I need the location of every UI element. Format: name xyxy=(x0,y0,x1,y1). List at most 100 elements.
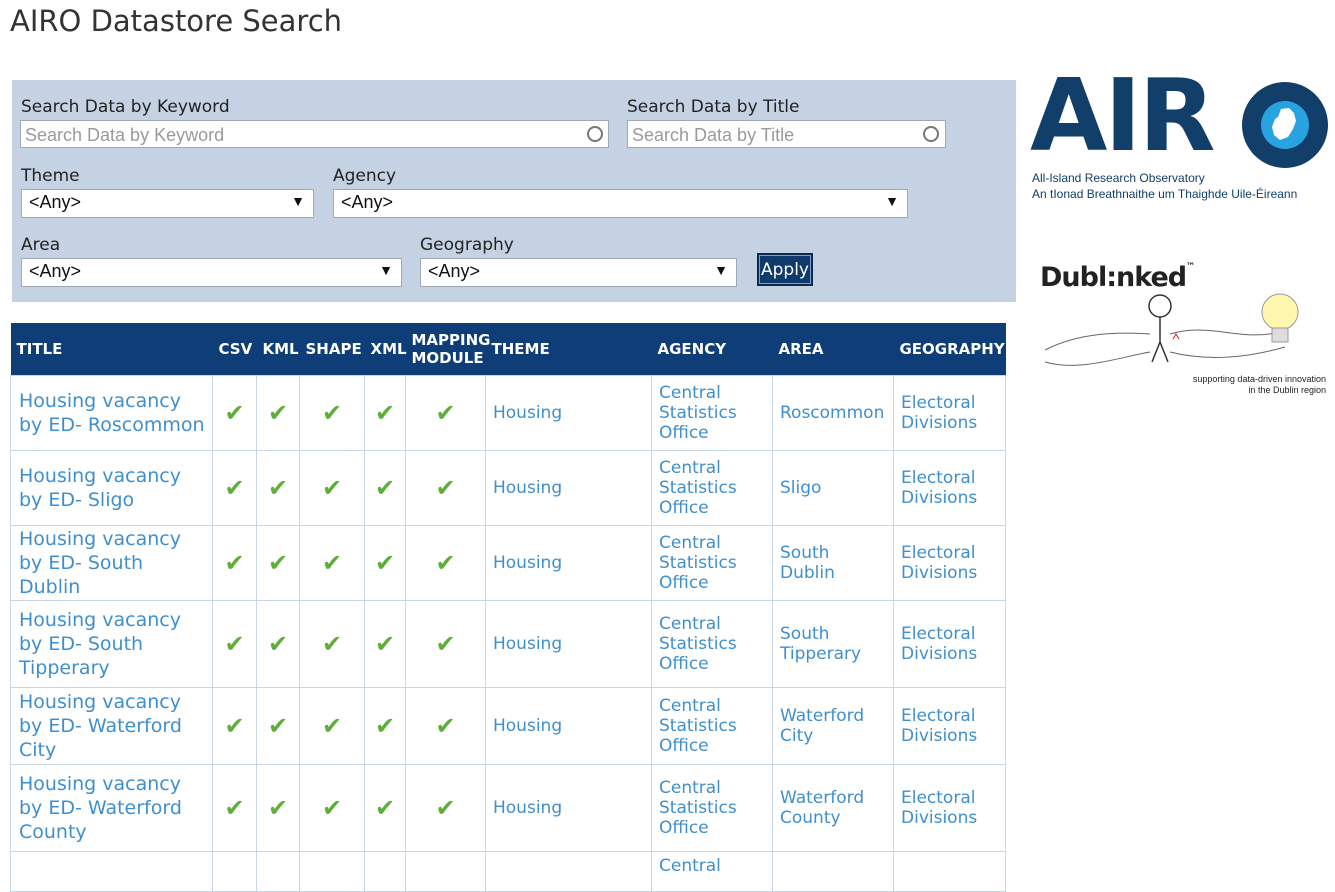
dublinked-logo[interactable]: Dubl:nked™ supporting data-driven innova… xyxy=(1040,262,1330,402)
title-search-icon[interactable] xyxy=(923,126,939,142)
csv-check-icon[interactable]: ✔ xyxy=(212,600,257,688)
row-title-link[interactable]: Housing vacancy by ED- Roscommon xyxy=(10,375,213,451)
row-theme-link[interactable]: Housing xyxy=(485,450,652,526)
kml-check-icon[interactable]: ✔ xyxy=(256,375,300,451)
col-header-area[interactable]: AREA xyxy=(772,323,894,376)
table-row: Housing vacancy by ED- Waterford County … xyxy=(10,764,1006,852)
geography-select[interactable]: <Any> ▼ xyxy=(420,258,737,287)
xml-check-icon[interactable]: ✔ xyxy=(364,687,406,765)
chevron-down-icon: ▼ xyxy=(885,193,899,209)
mapping-check-icon[interactable]: ✔ xyxy=(405,687,486,765)
row-theme-link[interactable]: Housing xyxy=(485,525,652,601)
row-geography-link[interactable]: Electoral Divisions xyxy=(893,450,1006,526)
row-agency-link[interactable]: Central Statistics Office xyxy=(651,375,773,451)
table-row: Housing vacancy by ED- Sligo ✔ ✔ ✔ ✔ ✔ H… xyxy=(10,450,1006,526)
xml-check-icon[interactable]: ✔ xyxy=(364,525,406,601)
kml-check-icon[interactable]: ✔ xyxy=(256,450,300,526)
agency-label: Agency xyxy=(333,166,397,186)
xml-check-icon[interactable]: ✔ xyxy=(364,450,406,526)
csv-check-icon[interactable]: ✔ xyxy=(212,525,257,601)
row-geography-link[interactable]: Electoral Divisions xyxy=(893,764,1006,852)
agency-select[interactable]: <Any> ▼ xyxy=(333,189,908,218)
row-agency-link[interactable]: Central Statistics Office xyxy=(651,450,773,526)
mapping-check-icon[interactable]: ✔ xyxy=(405,375,486,451)
mapping-check-icon[interactable]: ✔ xyxy=(405,764,486,852)
chevron-down-icon: ▼ xyxy=(291,193,305,209)
col-header-agency[interactable]: AGENCY xyxy=(651,323,773,376)
mapping-check-icon[interactable]: ✔ xyxy=(405,525,486,601)
row-area-link[interactable]: Waterford City xyxy=(772,687,894,765)
kml-check-icon[interactable] xyxy=(256,851,300,892)
row-area-link[interactable]: South Dublin xyxy=(772,525,894,601)
geography-select-value: <Any> xyxy=(428,261,481,281)
row-agency-link[interactable]: Central Statistics Office xyxy=(651,764,773,852)
row-area-link[interactable]: Sligo xyxy=(772,450,894,526)
row-theme-link[interactable]: Housing xyxy=(485,764,652,852)
row-area-link[interactable] xyxy=(772,851,894,892)
row-title-link[interactable]: Housing vacancy by ED- South Dublin xyxy=(10,525,213,601)
row-theme-link[interactable] xyxy=(485,851,652,892)
table-row: Housing vacancy by ED- South Tipperary ✔… xyxy=(10,600,1006,688)
keyword-search-input[interactable] xyxy=(20,120,609,148)
kml-check-icon[interactable]: ✔ xyxy=(256,687,300,765)
row-geography-link[interactable]: Electoral Divisions xyxy=(893,525,1006,601)
col-header-csv: CSV xyxy=(212,323,257,376)
dublinked-illustration-icon xyxy=(1044,293,1299,366)
row-title-link[interactable]: Housing vacancy by ED- Waterford County xyxy=(10,764,213,852)
row-geography-link[interactable]: Electoral Divisions xyxy=(893,687,1006,765)
row-agency-link[interactable]: Central Statistics Office xyxy=(651,687,773,765)
shape-check-icon[interactable] xyxy=(299,851,365,892)
col-header-theme[interactable]: THEME xyxy=(485,323,652,376)
csv-check-icon[interactable]: ✔ xyxy=(212,687,257,765)
ireland-map-icon xyxy=(1272,108,1296,140)
apply-button[interactable]: Apply xyxy=(757,253,813,286)
kml-check-icon[interactable]: ✔ xyxy=(256,764,300,852)
row-area-link[interactable]: Waterford County xyxy=(772,764,894,852)
row-area-link[interactable]: Roscommon xyxy=(772,375,894,451)
col-header-geography[interactable]: GEOGRAPHY xyxy=(893,323,1006,376)
geography-label: Geography xyxy=(420,235,514,255)
shape-check-icon[interactable]: ✔ xyxy=(299,525,365,601)
row-title-link[interactable] xyxy=(10,851,213,892)
kml-check-icon[interactable]: ✔ xyxy=(256,600,300,688)
row-title-link[interactable]: Housing vacancy by ED- South Tipperary xyxy=(10,600,213,688)
mapping-check-icon[interactable]: ✔ xyxy=(405,600,486,688)
row-agency-link[interactable]: Central Statistics Office xyxy=(651,525,773,601)
row-agency-link[interactable]: Central xyxy=(651,851,773,892)
csv-check-icon[interactable]: ✔ xyxy=(212,450,257,526)
mapping-check-icon[interactable] xyxy=(405,851,486,892)
csv-check-icon[interactable]: ✔ xyxy=(212,375,257,451)
shape-check-icon[interactable]: ✔ xyxy=(299,375,365,451)
theme-label: Theme xyxy=(21,166,80,186)
row-geography-link[interactable] xyxy=(893,851,1006,892)
shape-check-icon[interactable]: ✔ xyxy=(299,764,365,852)
col-header-title[interactable]: TITLE xyxy=(10,323,213,376)
airo-logo[interactable]: AIR All-Island Research Observatory An t… xyxy=(1030,66,1330,205)
kml-check-icon[interactable]: ✔ xyxy=(256,525,300,601)
title-search-input[interactable] xyxy=(627,120,946,148)
row-theme-link[interactable]: Housing xyxy=(485,687,652,765)
row-title-link[interactable]: Housing vacancy by ED- Sligo xyxy=(10,450,213,526)
area-select[interactable]: <Any> ▼ xyxy=(21,258,402,287)
xml-check-icon[interactable]: ✔ xyxy=(364,764,406,852)
row-geography-link[interactable]: Electoral Divisions xyxy=(893,600,1006,688)
xml-check-icon[interactable]: ✔ xyxy=(364,375,406,451)
mapping-check-icon[interactable]: ✔ xyxy=(405,450,486,526)
xml-check-icon[interactable]: ✔ xyxy=(364,600,406,688)
keyword-search-icon[interactable] xyxy=(587,126,603,142)
csv-check-icon[interactable]: ✔ xyxy=(212,764,257,852)
row-area-link[interactable]: South Tipperary xyxy=(772,600,894,688)
shape-check-icon[interactable]: ✔ xyxy=(299,600,365,688)
row-title-link[interactable]: Housing vacancy by ED- Waterford City xyxy=(10,687,213,765)
theme-select[interactable]: <Any> ▼ xyxy=(21,189,314,218)
csv-check-icon[interactable] xyxy=(212,851,257,892)
row-theme-link[interactable]: Housing xyxy=(485,375,652,451)
shape-check-icon[interactable]: ✔ xyxy=(299,450,365,526)
row-geography-link[interactable]: Electoral Divisions xyxy=(893,375,1006,451)
shape-check-icon[interactable]: ✔ xyxy=(299,687,365,765)
results-table: TITLE CSV KML SHAPE XML MAPPING MODULE T… xyxy=(10,323,1006,892)
row-theme-link[interactable]: Housing xyxy=(485,600,652,688)
airo-logo-wordmark: AIR xyxy=(1030,57,1216,174)
xml-check-icon[interactable] xyxy=(364,851,406,892)
row-agency-link[interactable]: Central Statistics Office xyxy=(651,600,773,688)
